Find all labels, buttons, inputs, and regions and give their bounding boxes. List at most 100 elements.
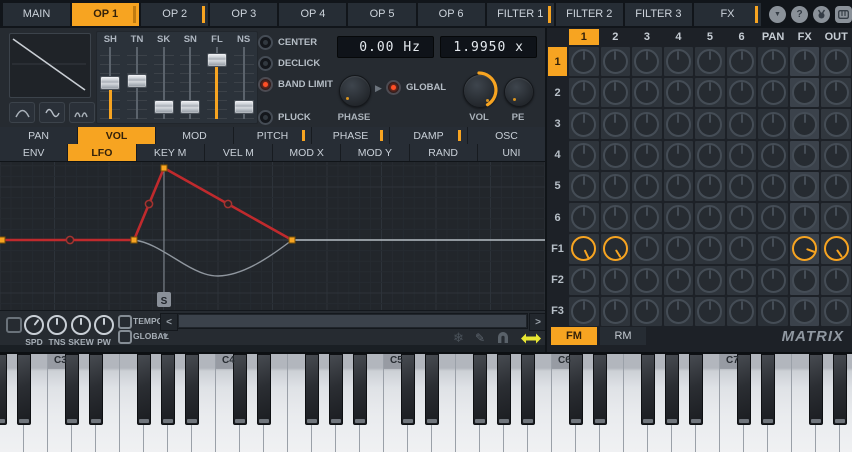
black-key[interactable] [689,354,703,425]
lfo-envelope-editor[interactable]: S [0,161,545,311]
matrix-knob-f1-6[interactable] [729,236,754,261]
matrix-col-header-4[interactable]: 4 [663,28,695,46]
sine-icon[interactable] [39,102,65,123]
tab-op-3[interactable]: OP 3 [210,3,277,26]
matrix-knob-4-1[interactable] [571,143,596,168]
option-declick[interactable]: DECLICK [258,56,333,71]
black-key[interactable] [833,354,847,425]
matrix-knob-f2-6[interactable] [729,268,754,293]
phase-knob[interactable] [339,75,371,107]
matrix-col-header-fx[interactable]: FX [789,28,821,46]
oscillator-shape-display[interactable] [9,33,91,98]
matrix-knob-4-pan[interactable] [761,143,786,168]
matrix-knob-3-5[interactable] [697,112,722,137]
matrix-knob-f2-3[interactable] [634,268,659,293]
matrix-knob-1-6[interactable] [729,49,754,74]
envelope-scrollbar[interactable] [177,313,528,329]
radio-led[interactable] [258,77,273,92]
matrix-tab-fm[interactable]: FM [551,327,597,345]
mapping-tab-key-m[interactable]: KEY M [137,144,204,161]
global-radio[interactable] [386,80,401,95]
matrix-knob-5-1[interactable] [571,174,596,199]
matrix-knob-4-4[interactable] [666,143,691,168]
mapping-tab-uni[interactable]: UNI [478,144,545,161]
matrix-knob-f1-2[interactable] [603,236,628,261]
mapping-tab-env[interactable]: ENV [0,144,67,161]
preset-menu-icon[interactable]: ▼ [769,6,786,23]
matrix-col-header-6[interactable]: 6 [726,28,758,46]
matrix-row-label-4[interactable]: 4 [547,140,568,171]
scroll-left-button[interactable]: < [160,313,178,331]
matrix-knob-4-6[interactable] [729,143,754,168]
mapping-tab-rand[interactable]: RAND [410,144,477,161]
slider-sh[interactable]: SH [98,34,122,123]
black-key[interactable] [161,354,175,425]
option-pluck[interactable]: PLUCK [258,110,333,125]
slide-icon[interactable]: ✎ [475,331,485,345]
black-key[interactable] [0,354,7,425]
matrix-knob-4-5[interactable] [697,143,722,168]
tab-op-2[interactable]: OP 2 [141,3,208,26]
black-key[interactable] [305,354,319,425]
part-tab-pitch[interactable]: PITCH [234,127,311,144]
horizontal-arrows-icon[interactable] [521,333,541,344]
snap-icon[interactable] [496,332,510,344]
matrix-row-label-f2[interactable]: F2 [547,265,568,296]
matrix-row-label-5[interactable]: 5 [547,171,568,202]
matrix-knob-f3-3[interactable] [634,299,659,324]
matrix-knob-3-2[interactable] [603,112,628,137]
tab-op-6[interactable]: OP 6 [418,3,485,26]
volume-knob[interactable] [463,74,497,108]
checkbox-global[interactable] [118,330,132,344]
mapping-tab-mod-y[interactable]: MOD Y [341,144,408,161]
freeze-icon[interactable]: ❄ [453,330,464,346]
matrix-row-label-f3[interactable]: F3 [547,296,568,327]
matrix-knob-6-fx[interactable] [792,205,817,230]
matrix-knob-1-2[interactable] [603,49,628,74]
matrix-knob-f1-pan[interactable] [761,236,786,261]
tab-op-5[interactable]: OP 5 [348,3,415,26]
part-tab-damp[interactable]: DAMP [390,127,467,144]
black-key[interactable] [761,354,775,425]
matrix-knob-5-6[interactable] [729,174,754,199]
black-key[interactable] [473,354,487,425]
matrix-col-header-3[interactable]: 3 [631,28,663,46]
matrix-knob-3-3[interactable] [634,112,659,137]
radio-led[interactable] [258,35,273,50]
matrix-knob-4-3[interactable] [634,143,659,168]
slider-handle[interactable] [180,100,200,114]
black-key[interactable] [641,354,655,425]
black-key[interactable] [353,354,367,425]
matrix-knob-5-3[interactable] [634,174,659,199]
matrix-knob-2-3[interactable] [634,80,659,105]
matrix-knob-5-pan[interactable] [761,174,786,199]
env-knob-skew[interactable] [71,315,91,335]
matrix-knob-f3-fx[interactable] [792,299,817,324]
matrix-knob-3-1[interactable] [571,112,596,137]
matrix-knob-3-out[interactable] [824,112,849,137]
tab-op-1[interactable]: OP 1 [72,3,139,26]
black-key[interactable] [401,354,415,425]
matrix-knob-1-5[interactable] [697,49,722,74]
matrix-knob-f1-1[interactable] [571,236,596,261]
slider-sn[interactable]: SN [178,34,202,123]
tab-fx[interactable]: FX [694,3,761,26]
matrix-knob-f3-6[interactable] [729,299,754,324]
slider-handle[interactable] [100,76,120,90]
routing-icon[interactable] [813,6,830,23]
matrix-knob-2-pan[interactable] [761,80,786,105]
matrix-knob-6-out[interactable] [824,205,849,230]
matrix-col-header-5[interactable]: 5 [694,28,726,46]
matrix-knob-6-1[interactable] [571,205,596,230]
matrix-knob-1-fx[interactable] [792,49,817,74]
black-key[interactable] [89,354,103,425]
matrix-knob-3-6[interactable] [729,112,754,137]
black-key[interactable] [497,354,511,425]
matrix-knob-5-4[interactable] [666,174,691,199]
env-knob-pw[interactable] [94,315,114,335]
matrix-knob-f3-out[interactable] [824,299,849,324]
checkbox-tempo[interactable] [118,315,132,329]
black-key[interactable] [593,354,607,425]
slider-handle[interactable] [154,100,174,114]
matrix-knob-2-1[interactable] [571,80,596,105]
